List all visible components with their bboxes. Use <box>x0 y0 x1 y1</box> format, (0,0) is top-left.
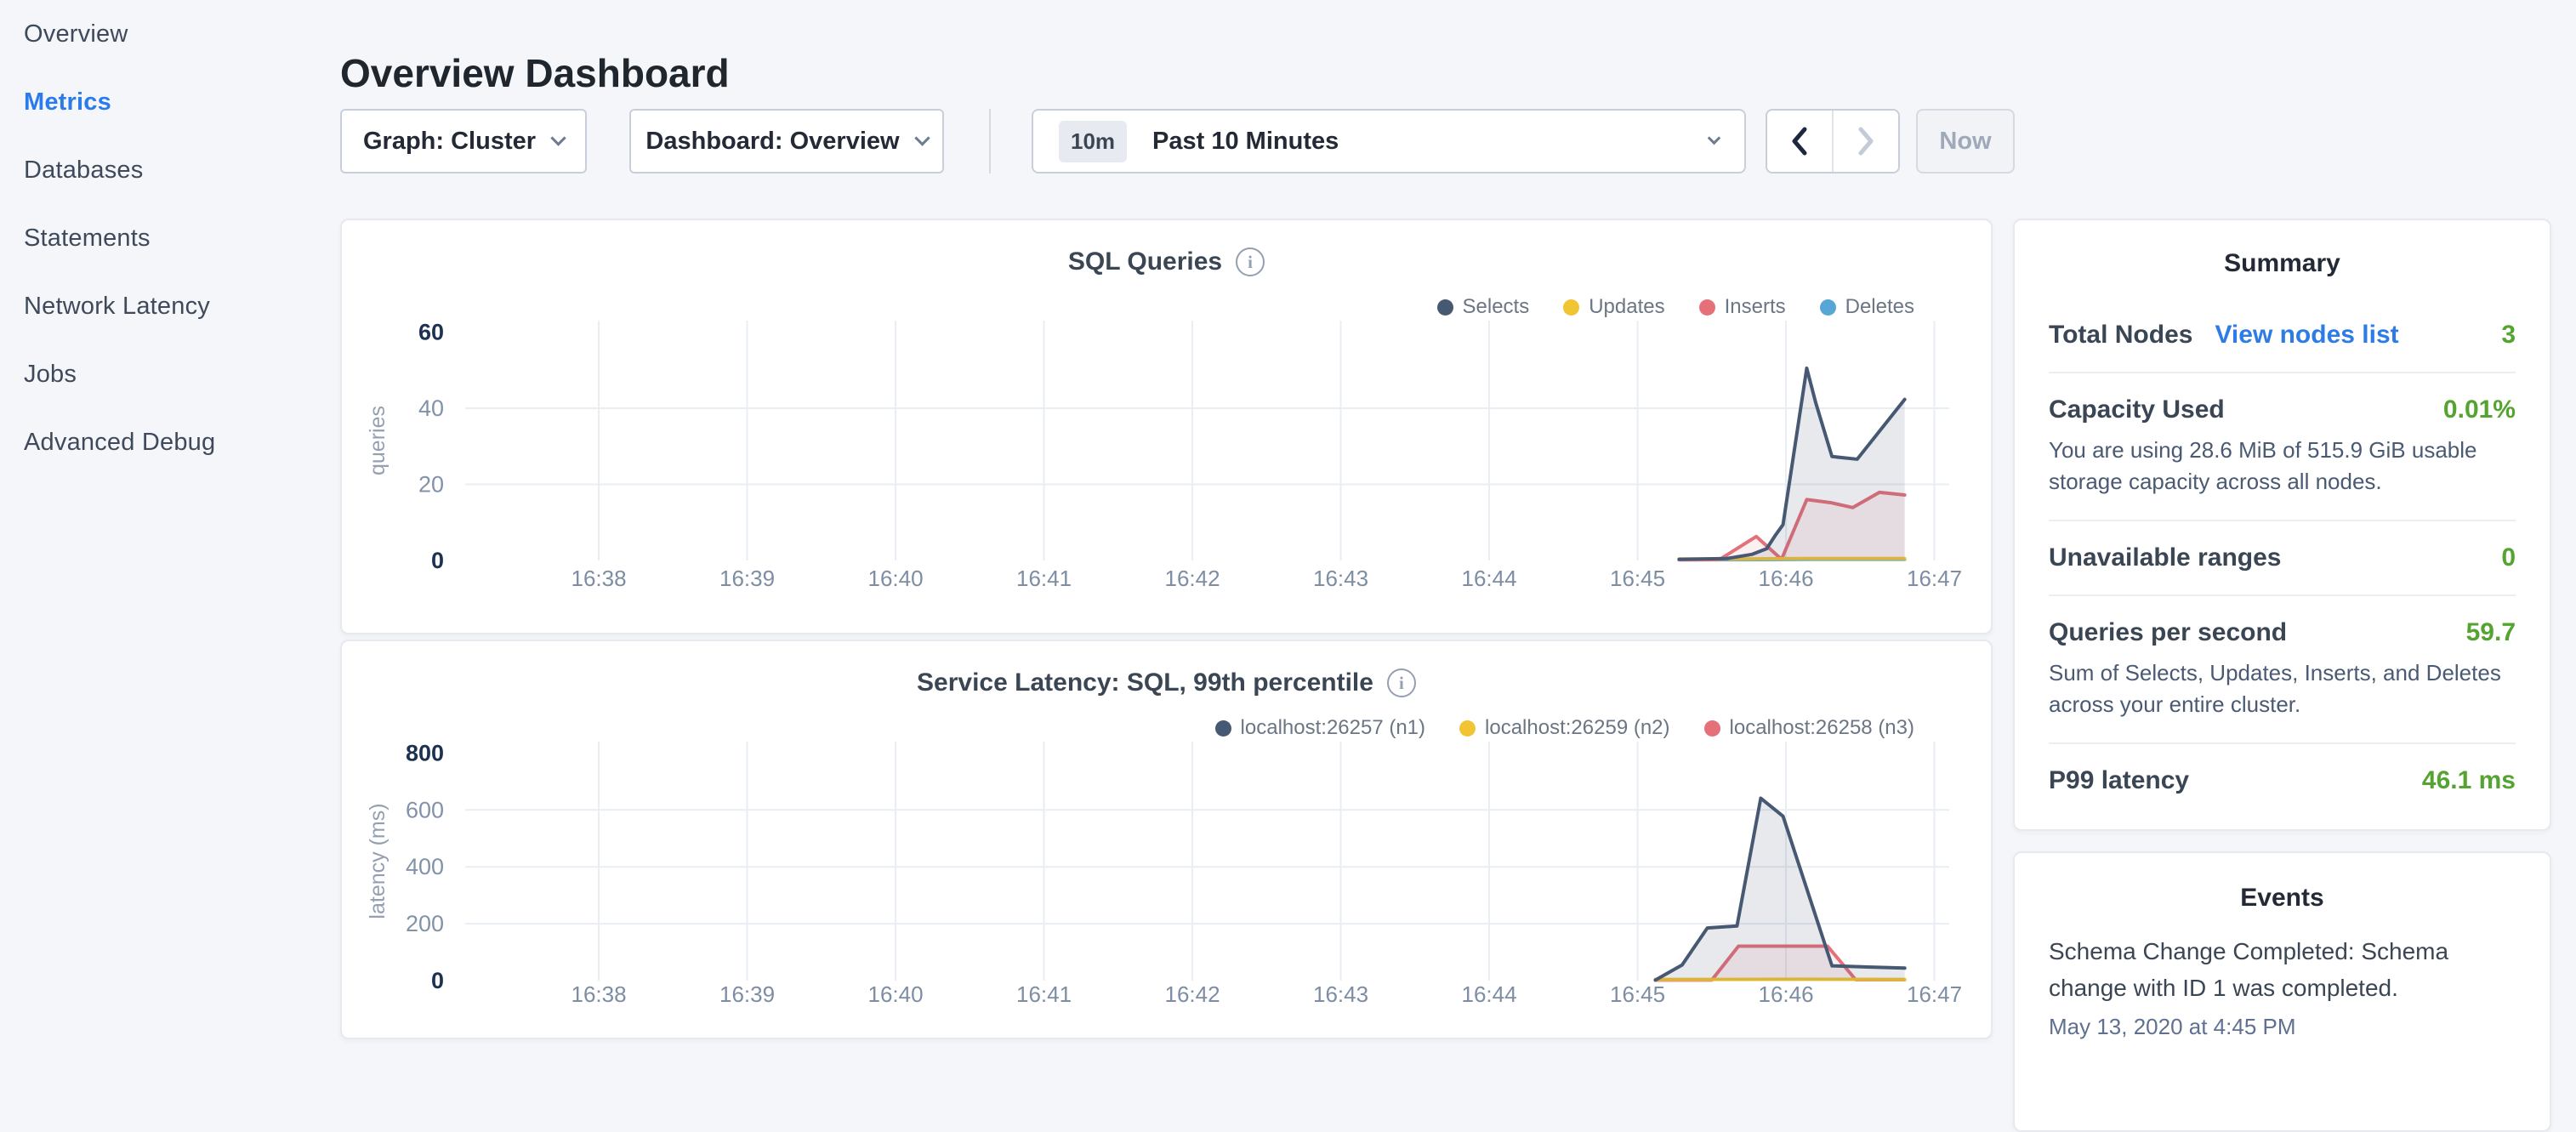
time-step-buttons <box>1766 109 1900 173</box>
svg-text:16:45: 16:45 <box>1610 566 1665 591</box>
sidebar-item-databases[interactable]: Databases <box>0 136 340 204</box>
time-range-badge: 10m <box>1059 121 1127 162</box>
graph-source-dropdown-label: Graph: Cluster <box>363 128 536 156</box>
summary-row-label: Total Nodes <box>2049 321 2192 350</box>
svg-text:queries: queries <box>366 406 390 475</box>
summary-row-total-nodes: Total Nodes View nodes list 3 <box>2049 299 2516 373</box>
view-nodes-list-link[interactable]: View nodes list <box>2215 321 2398 350</box>
events-panel: Events Schema Change Completed: Schema c… <box>2013 851 2551 1132</box>
summary-row-value: 0 <box>2501 543 2516 572</box>
service-latency-chart-card: Service Latency: SQL, 99th percentile i … <box>340 640 1993 1039</box>
svg-text:60: 60 <box>418 319 444 344</box>
summary-row-label: Queries per second <box>2049 618 2287 647</box>
time-step-forward-button[interactable] <box>1834 111 1898 172</box>
svg-text:16:38: 16:38 <box>571 566 627 591</box>
sidebar-item-metrics[interactable]: Metrics <box>0 68 340 136</box>
svg-text:16:44: 16:44 <box>1462 566 1517 591</box>
svg-text:16:39: 16:39 <box>719 566 775 591</box>
svg-text:400: 400 <box>406 854 444 879</box>
time-step-back-button[interactable] <box>1767 111 1834 172</box>
svg-text:16:46: 16:46 <box>1759 566 1814 591</box>
sidebar-item-jobs[interactable]: Jobs <box>0 340 340 408</box>
sidebar-item-statements[interactable]: Statements <box>0 204 340 272</box>
svg-text:16:47: 16:47 <box>1907 566 1962 591</box>
svg-text:16:41: 16:41 <box>1016 981 1072 1007</box>
svg-text:16:45: 16:45 <box>1610 981 1665 1007</box>
chevron-left-icon <box>1790 126 1809 156</box>
sql-queries-chart-card: SQL Queries i SelectsUpdatesInsertsDelet… <box>340 219 1993 634</box>
svg-text:16:42: 16:42 <box>1165 981 1220 1007</box>
event-timestamp: May 13, 2020 at 4:45 PM <box>2049 1014 2516 1040</box>
now-button[interactable]: Now <box>1916 109 2015 173</box>
summary-row-value: 59.7 <box>2466 618 2516 647</box>
event-list-item[interactable]: Schema Change Completed: Schema change w… <box>2049 933 2516 1040</box>
sidebar: Overview Metrics Databases Statements Ne… <box>0 0 340 476</box>
controls-divider <box>989 109 991 173</box>
svg-text:16:41: 16:41 <box>1016 566 1072 591</box>
svg-text:latency (ms): latency (ms) <box>366 803 390 919</box>
summary-row-label: Unavailable ranges <box>2049 543 2281 572</box>
svg-text:16:46: 16:46 <box>1759 981 1814 1007</box>
event-text: Schema Change Completed: Schema change w… <box>2049 933 2516 1007</box>
time-range-label: Past 10 Minutes <box>1152 128 1709 156</box>
summary-panel: Summary Total Nodes View nodes list 3 Ca… <box>2013 219 2551 831</box>
svg-text:0: 0 <box>431 548 444 573</box>
dashboard-dropdown[interactable]: Dashboard: Overview <box>629 109 944 173</box>
summary-title: Summary <box>2049 249 2516 278</box>
svg-text:200: 200 <box>406 911 444 936</box>
chevron-down-icon <box>914 130 930 145</box>
summary-row-subtext: You are using 28.6 MiB of 515.9 GiB usab… <box>2049 435 2516 498</box>
chevron-down-icon <box>1708 131 1721 145</box>
page-title: Overview Dashboard <box>340 50 730 96</box>
svg-text:20: 20 <box>418 471 444 497</box>
svg-text:800: 800 <box>406 740 444 765</box>
svg-text:16:42: 16:42 <box>1165 566 1220 591</box>
chevron-right-icon <box>1857 126 1875 156</box>
summary-row-unavailable-ranges: Unavailable ranges 0 <box>2049 521 2516 596</box>
svg-text:16:44: 16:44 <box>1462 981 1517 1007</box>
service-latency-chart: 16:38 16:39 16:40 16:41 16:42 16:43 16:44 16:45… <box>342 641 1994 1041</box>
sidebar-item-overview[interactable]: Overview <box>0 0 340 68</box>
summary-row-queries-per-second: Queries per second 59.7 Sum of Selects, … <box>2049 596 2516 744</box>
sidebar-item-network-latency[interactable]: Network Latency <box>0 272 340 340</box>
graph-source-dropdown[interactable]: Graph: Cluster <box>340 109 587 173</box>
summary-row-subtext: Sum of Selects, Updates, Inserts, and De… <box>2049 657 2516 720</box>
svg-text:16:43: 16:43 <box>1313 566 1368 591</box>
summary-row-capacity-used: Capacity Used 0.01% You are using 28.6 M… <box>2049 373 2516 521</box>
events-title: Events <box>2049 884 2516 913</box>
svg-text:40: 40 <box>418 395 444 421</box>
svg-text:16:43: 16:43 <box>1313 981 1368 1007</box>
summary-row-label: P99 latency <box>2049 766 2189 795</box>
sidebar-item-advanced-debug[interactable]: Advanced Debug <box>0 408 340 476</box>
svg-text:0: 0 <box>431 968 444 993</box>
svg-text:600: 600 <box>406 797 444 822</box>
summary-row-value: 46.1 ms <box>2422 766 2516 795</box>
svg-text:16:38: 16:38 <box>571 981 627 1007</box>
summary-row-label: Capacity Used <box>2049 395 2225 424</box>
svg-text:16:40: 16:40 <box>868 566 924 591</box>
sql-queries-chart: 16:38 16:39 16:40 16:41 16:42 16:43 16:44 16:45… <box>342 220 1994 636</box>
svg-text:16:40: 16:40 <box>868 981 924 1007</box>
svg-text:16:39: 16:39 <box>719 981 775 1007</box>
svg-text:16:47: 16:47 <box>1907 981 1962 1007</box>
summary-row-value: 0.01% <box>2443 395 2516 424</box>
chevron-down-icon <box>550 130 566 145</box>
summary-row-p99-latency: P99 latency 46.1 ms <box>2049 744 2516 817</box>
time-range-picker[interactable]: 10m Past 10 Minutes <box>1032 109 1746 173</box>
summary-row-value: 3 <box>2501 321 2516 350</box>
dashboard-dropdown-label: Dashboard: Overview <box>645 128 899 156</box>
